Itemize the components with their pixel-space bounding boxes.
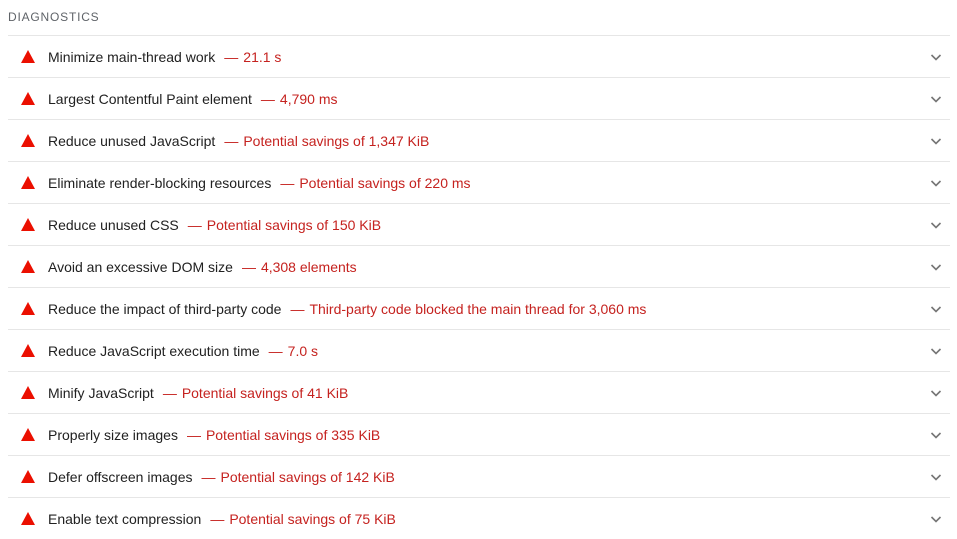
audit-row-reduce-javascript-execution-time[interactable]: Reduce JavaScript execution time — 7.0 s: [8, 330, 950, 372]
warning-triangle-icon: [21, 428, 35, 441]
chevron-down-icon[interactable]: [930, 52, 942, 62]
warning-triangle-icon: [21, 92, 35, 105]
chevron-down-icon[interactable]: [930, 304, 942, 314]
audit-title: Properly size images: [48, 426, 178, 443]
audit-title: Minimize main-thread work: [48, 48, 216, 65]
audit-title: Reduce unused CSS: [48, 216, 179, 233]
audit-display-value: Potential savings of 335 KiB: [205, 426, 381, 443]
audit-title: Defer offscreen images: [48, 468, 193, 485]
warning-triangle-icon: [21, 386, 35, 399]
audit-display-value: Third-party code blocked the main thread…: [309, 300, 647, 317]
audit-row-properly-size-images[interactable]: Properly size images — Potential savings…: [8, 414, 950, 456]
audit-display-value: Potential savings of 150 KiB: [206, 216, 382, 233]
audit-row-enable-text-compression[interactable]: Enable text compression — Potential savi…: [8, 498, 950, 539]
chevron-down-icon[interactable]: [930, 262, 942, 272]
audit-row-defer-offscreen-images[interactable]: Defer offscreen images — Potential savin…: [8, 456, 950, 498]
audit-display-value: 21.1 s: [243, 48, 282, 65]
audit-separator: —: [201, 468, 216, 485]
chevron-down-icon[interactable]: [930, 472, 942, 482]
audit-row-reduce-third-party-code[interactable]: Reduce the impact of third-party code — …: [8, 288, 950, 330]
audit-separator: —: [224, 48, 239, 65]
audit-row-eliminate-render-blocking-resources[interactable]: Eliminate render-blocking resources — Po…: [8, 162, 950, 204]
audit-row-minify-javascript[interactable]: Minify JavaScript — Potential savings of…: [8, 372, 950, 414]
audit-separator: —: [260, 90, 275, 107]
warning-triangle-icon: [21, 344, 35, 357]
warning-triangle-icon: [21, 176, 35, 189]
chevron-down-icon[interactable]: [930, 388, 942, 398]
audit-row-minimize-main-thread-work[interactable]: Minimize main-thread work — 21.1 s: [8, 36, 950, 78]
audit-display-value: 4,308 elements: [260, 258, 357, 275]
chevron-down-icon[interactable]: [930, 346, 942, 356]
audit-title: Reduce unused JavaScript: [48, 132, 216, 149]
audit-title: Reduce the impact of third-party code: [48, 300, 282, 317]
audit-row-avoid-excessive-dom-size[interactable]: Avoid an excessive DOM size — 4,308 elem…: [8, 246, 950, 288]
audit-display-value: Potential savings of 220 ms: [299, 174, 471, 191]
warning-triangle-icon: [21, 260, 35, 273]
audit-row-largest-contentful-paint-element[interactable]: Largest Contentful Paint element — 4,790…: [8, 78, 950, 120]
audit-separator: —: [210, 510, 225, 527]
audit-display-value: Potential savings of 1,347 KiB: [243, 132, 430, 149]
audit-title: Largest Contentful Paint element: [48, 90, 252, 107]
audit-display-value: 7.0 s: [287, 342, 319, 359]
audit-display-value: Potential savings of 75 KiB: [229, 510, 396, 527]
audit-title: Minify JavaScript: [48, 384, 154, 401]
audit-list: Minimize main-thread work — 21.1 s Large…: [8, 35, 950, 539]
audit-title: Eliminate render-blocking resources: [48, 174, 272, 191]
chevron-down-icon[interactable]: [930, 220, 942, 230]
section-title: DIAGNOSTICS: [8, 10, 100, 24]
chevron-down-icon[interactable]: [930, 178, 942, 188]
chevron-down-icon[interactable]: [930, 514, 942, 524]
warning-triangle-icon: [21, 218, 35, 231]
warning-triangle-icon: [21, 470, 35, 483]
chevron-down-icon[interactable]: [930, 430, 942, 440]
audit-title: Reduce JavaScript execution time: [48, 342, 260, 359]
audit-separator: —: [290, 300, 305, 317]
warning-triangle-icon: [21, 134, 35, 147]
audit-row-reduce-unused-css[interactable]: Reduce unused CSS — Potential savings of…: [8, 204, 950, 246]
chevron-down-icon[interactable]: [930, 136, 942, 146]
audit-separator: —: [241, 258, 256, 275]
audit-display-value: Potential savings of 142 KiB: [220, 468, 395, 485]
audit-display-value: 4,790 ms: [279, 90, 338, 107]
audit-display-value: Potential savings of 41 KiB: [181, 384, 349, 401]
audit-separator: —: [224, 132, 239, 149]
warning-triangle-icon: [21, 512, 35, 525]
audit-separator: —: [268, 342, 283, 359]
audit-separator: —: [186, 426, 201, 443]
warning-triangle-icon: [21, 302, 35, 315]
audit-row-reduce-unused-javascript[interactable]: Reduce unused JavaScript — Potential sav…: [8, 120, 950, 162]
audit-title: Enable text compression: [48, 510, 202, 527]
audit-separator: —: [280, 174, 295, 191]
audit-separator: —: [187, 216, 202, 233]
warning-triangle-icon: [21, 50, 35, 63]
audit-title: Avoid an excessive DOM size: [48, 258, 233, 275]
chevron-down-icon[interactable]: [930, 94, 942, 104]
audit-separator: —: [162, 384, 177, 401]
